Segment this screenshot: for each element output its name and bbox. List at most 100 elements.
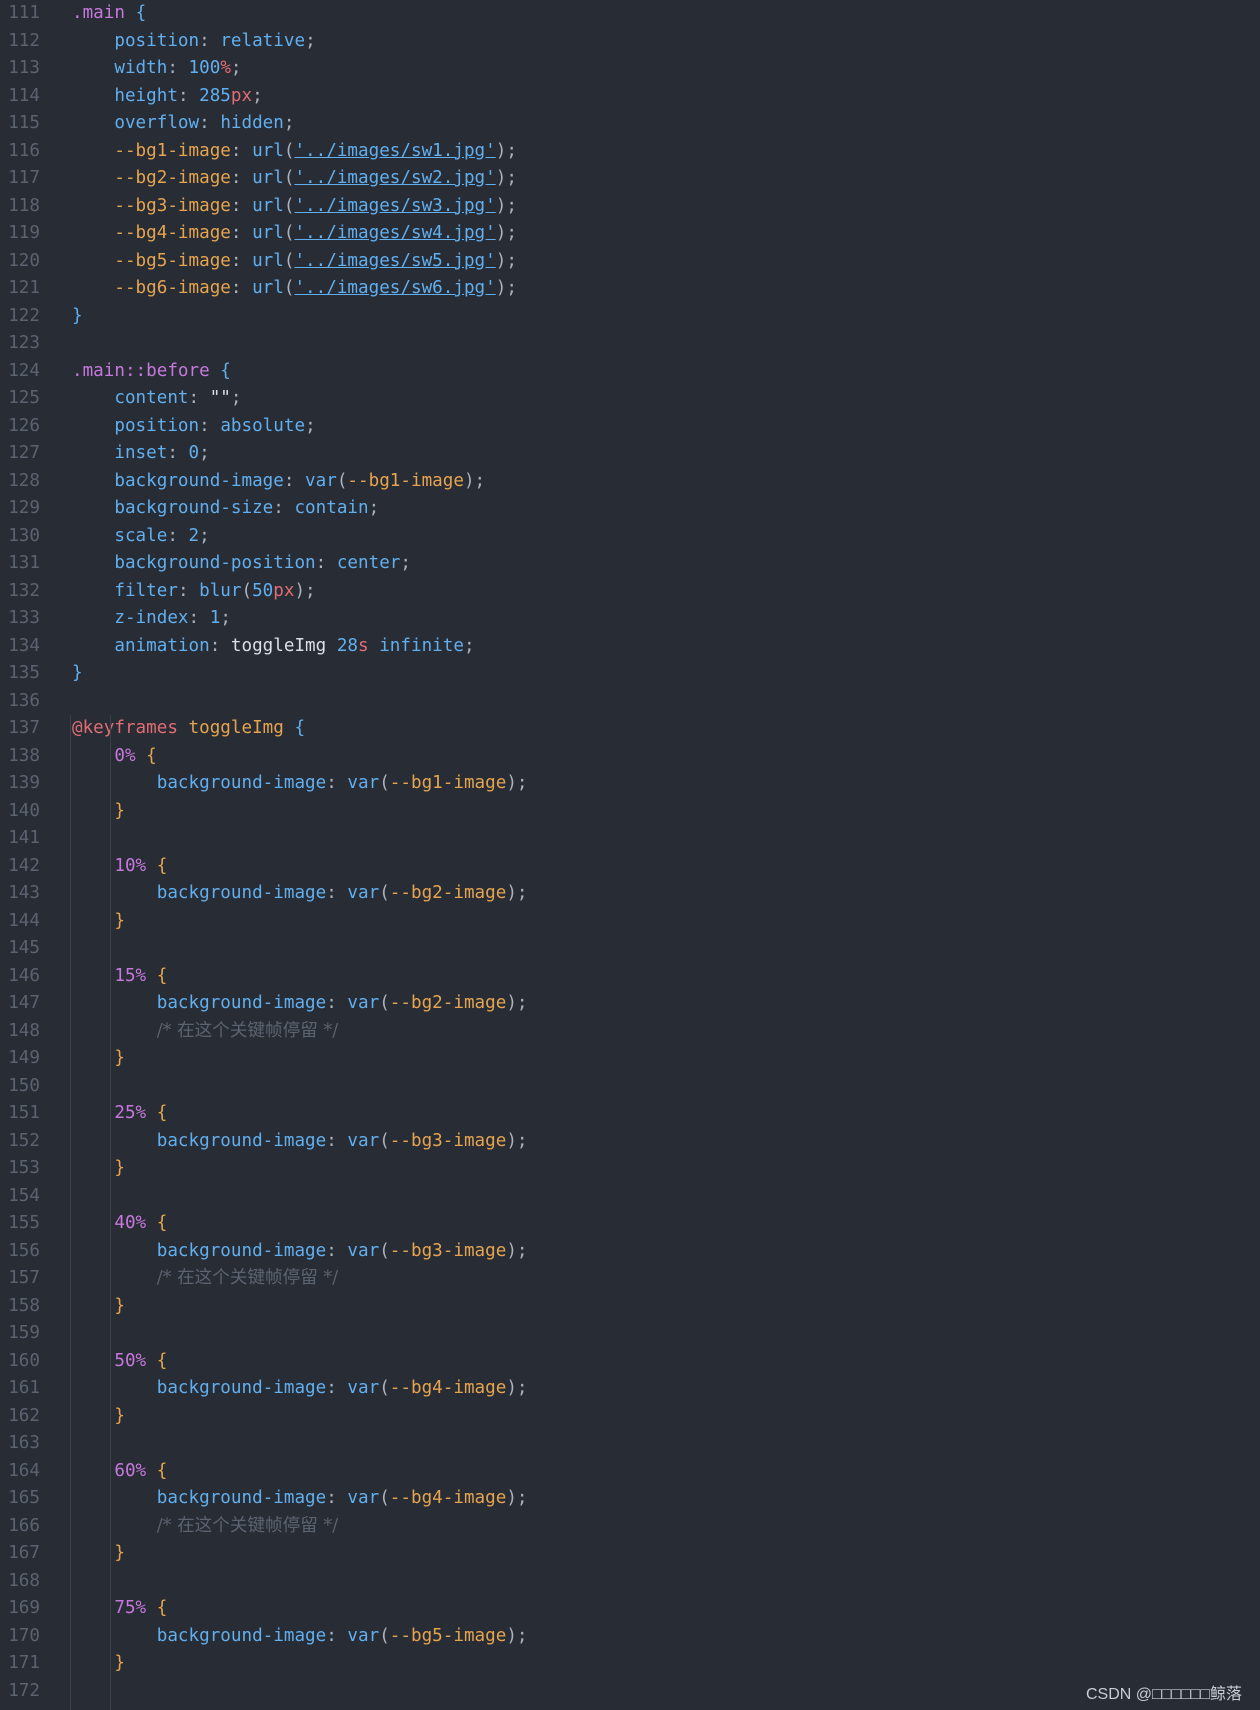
code-line[interactable]: 135} xyxy=(0,660,1260,688)
code-token: : xyxy=(230,278,253,298)
code-line[interactable]: 150 xyxy=(0,1073,1260,1101)
code-line[interactable]: 137 @keyframes toggleImg { xyxy=(0,715,1260,743)
code-token: ( xyxy=(379,1130,390,1151)
line-code: --bg5-image: url('../images/sw5.jpg'); xyxy=(72,248,517,276)
code-line[interactable]: 156 background-image: var(--bg3-image); xyxy=(0,1238,1260,1266)
code-line[interactable]: 141 xyxy=(0,825,1260,853)
code-line[interactable]: 114 height: 285px; xyxy=(0,83,1260,111)
code-line[interactable]: 143 background-image: var(--bg2-image); xyxy=(0,880,1260,908)
line-number: 162 xyxy=(8,1405,40,1426)
line-number: 121 xyxy=(8,278,40,298)
code-editor[interactable]: 111 .main {112 position: relative; 113 wid… xyxy=(0,0,1260,1710)
code-line[interactable]: 145 xyxy=(0,935,1260,963)
code-line[interactable]: 131 background-position: center; xyxy=(0,550,1260,578)
code-token: : xyxy=(230,250,253,271)
line-code: 0% { xyxy=(72,743,156,771)
code-line[interactable]: 164 60% { xyxy=(0,1458,1260,1486)
code-line[interactable]: 169 75% { xyxy=(0,1595,1260,1623)
code-line[interactable]: 167 } xyxy=(0,1540,1260,1568)
code-line[interactable]: 163 xyxy=(0,1430,1260,1458)
code-token: } xyxy=(114,1295,125,1316)
code-line[interactable]: 171 } xyxy=(0,1650,1260,1678)
code-line[interactable]: 144 } xyxy=(0,908,1260,936)
code-token: .main::before xyxy=(72,360,210,381)
code-line[interactable]: 139 background-image: var(--bg1-image); xyxy=(0,770,1260,798)
line-number: 127 xyxy=(8,443,40,463)
code-line[interactable]: 127 inset: 0; xyxy=(0,440,1260,468)
code-line[interactable]: 154 xyxy=(0,1183,1260,1211)
code-line[interactable]: 118 --bg3-image: url('../images/sw3.jpg'… xyxy=(0,193,1260,221)
code-token: } xyxy=(114,1653,125,1673)
line-number: 169 xyxy=(8,1598,40,1618)
code-line[interactable]: 111 .main { xyxy=(0,0,1260,28)
code-line[interactable]: 129 background-size: contain; xyxy=(0,495,1260,523)
code-line[interactable]: 128 background-image: var(--bg1-image); xyxy=(0,468,1260,496)
code-line[interactable]: 133 z-index: 1; xyxy=(0,605,1260,633)
code-line[interactable]: 153 } xyxy=(0,1155,1260,1183)
code-token: "" xyxy=(209,388,231,408)
code-line[interactable]: 166 /* 在这个关键帧停留 */ xyxy=(0,1513,1260,1541)
code-line[interactable]: 116 --bg1-image: url('../images/sw1.jpg'… xyxy=(0,138,1260,166)
code-line[interactable]: 162 } xyxy=(0,1403,1260,1431)
code-line[interactable]: 126 position: absolute; xyxy=(0,413,1260,441)
code-line[interactable]: 159 xyxy=(0,1320,1260,1348)
code-line[interactable]: 148 /* 在这个关键帧停留 */ xyxy=(0,1018,1260,1046)
code-line[interactable]: 151 25% { xyxy=(0,1100,1260,1128)
code-line[interactable]: 134 animation: toggleImg 28s infinite; xyxy=(0,633,1260,661)
code-token: /* 在这个关键帧停留 */ xyxy=(156,1020,339,1041)
code-token: ; xyxy=(230,58,242,78)
code-line[interactable]: 119 --bg4-image: url('../images/sw4.jpg'… xyxy=(0,220,1260,248)
line-number: 130 xyxy=(8,525,40,546)
code-line[interactable]: 113 width: 100%; xyxy=(0,55,1260,83)
code-line[interactable]: 155 40% { xyxy=(0,1210,1260,1238)
code-token: ; xyxy=(230,388,242,408)
code-token: ); xyxy=(495,278,517,298)
code-line[interactable]: 115 overflow: hidden; xyxy=(0,110,1260,138)
code-line[interactable]: 112 position: relative; xyxy=(0,28,1260,56)
code-line[interactable]: 168 xyxy=(0,1568,1260,1596)
code-line[interactable]: 123 xyxy=(0,330,1260,358)
line-number: 146 xyxy=(8,965,40,986)
code-line[interactable]: 147 background-image: var(--bg2-image); xyxy=(0,990,1260,1018)
code-line[interactable]: 124 .main::before { xyxy=(0,358,1260,386)
code-line[interactable]: 120 --bg5-image: url('../images/sw5.jpg'… xyxy=(0,248,1260,276)
code-token: } xyxy=(114,910,125,931)
code-line[interactable]: 152 background-image: var(--bg3-image); xyxy=(0,1128,1260,1156)
code-line[interactable]: 121 --bg6-image: url('../images/sw6.jpg'… xyxy=(0,275,1260,303)
code-line[interactable]: 161 background-image: var(--bg4-image); xyxy=(0,1375,1260,1403)
code-line[interactable]: 122} xyxy=(0,303,1260,331)
code-token: { xyxy=(220,360,231,381)
line-code: background-image: var(--bg3-image); xyxy=(72,1238,528,1266)
code-token: background-image xyxy=(156,1378,327,1398)
code-token: var xyxy=(347,1240,380,1261)
code-line[interactable]: 146 15% { xyxy=(0,963,1260,991)
line-number: 170 xyxy=(8,1625,40,1646)
code-line[interactable]: 136 xyxy=(0,688,1260,716)
code-line[interactable]: 170 background-image: var(--bg5-image); xyxy=(0,1623,1260,1651)
code-token: toggleImg xyxy=(230,635,327,656)
code-token: 100 xyxy=(188,58,221,78)
code-line[interactable]: 138 0% { xyxy=(0,743,1260,771)
code-line[interactable]: 130 scale: 2; xyxy=(0,523,1260,551)
code-line[interactable]: 158 } xyxy=(0,1293,1260,1321)
code-token: : xyxy=(326,1378,348,1398)
code-line[interactable]: 140 } xyxy=(0,798,1260,826)
code-line[interactable]: 149 } xyxy=(0,1045,1260,1073)
code-line[interactable]: 125 content: ""; xyxy=(0,385,1260,413)
code-token: ( xyxy=(379,1240,390,1261)
code-line[interactable]: 172 xyxy=(0,1678,1260,1706)
code-line[interactable]: 160 50% { xyxy=(0,1348,1260,1376)
code-token: ( xyxy=(283,223,295,243)
line-code: 50% { xyxy=(72,1348,167,1376)
code-line[interactable]: 142 10% { xyxy=(0,853,1260,881)
code-line[interactable]: 165 background-image: var(--bg4-image); xyxy=(0,1485,1260,1513)
code-line[interactable]: 157 /* 在这个关键帧停留 */ xyxy=(0,1265,1260,1293)
code-line[interactable]: 117 --bg2-image: url('../images/sw2.jpg'… xyxy=(0,165,1260,193)
code-line[interactable]: 132 filter: blur(50px); xyxy=(0,578,1260,606)
